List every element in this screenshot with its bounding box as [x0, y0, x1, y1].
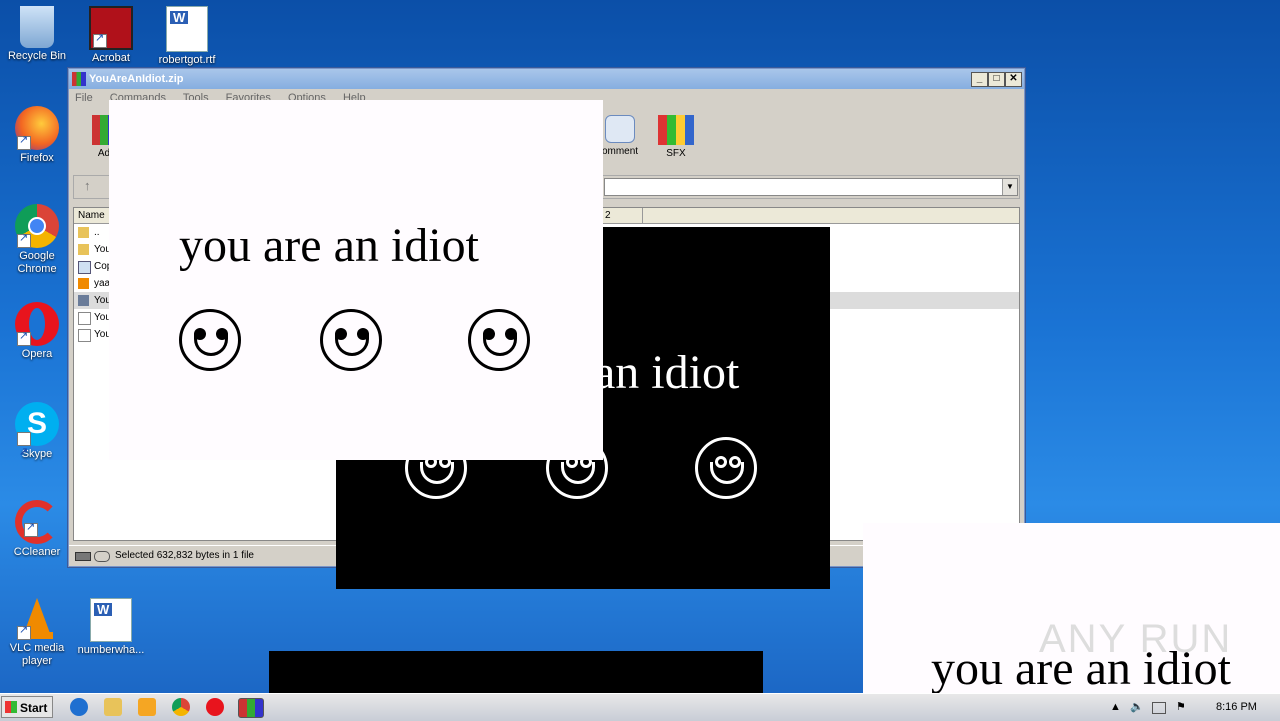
- desktop-icon-recycle-bin[interactable]: Recycle Bin: [0, 6, 74, 63]
- media-player-icon[interactable]: [138, 698, 156, 716]
- desktop-icon-label: Firefox: [20, 152, 54, 164]
- shortcut-arrow-icon: [17, 624, 31, 640]
- folder-icon: [78, 227, 89, 238]
- system-tray: ▲ 🔈 ⚑ 8:16 PM: [1100, 694, 1280, 721]
- vlc-icon: [15, 596, 59, 640]
- exe-file-icon: [78, 295, 89, 306]
- folder-icon: [78, 244, 89, 255]
- sfx-icon: [658, 115, 694, 145]
- idiot-message: you are an idiot: [179, 219, 479, 272]
- shortcut-arrow-icon: [17, 134, 31, 150]
- maximize-button[interactable]: □: [988, 72, 1005, 87]
- internet-explorer-icon[interactable]: [70, 698, 88, 716]
- smiley-face-icon: [468, 309, 530, 371]
- shortcut-arrow-icon: [17, 430, 31, 474]
- network-icon[interactable]: [1152, 702, 1166, 714]
- blank-file-icon: [78, 329, 91, 342]
- smiley-face-icon: [179, 309, 241, 371]
- skype-icon: S: [15, 402, 59, 474]
- window-titlebar[interactable]: YouAreAnIdiot.zip _ □ ✕: [69, 69, 1024, 89]
- desktop-icon-skype[interactable]: S Skype: [0, 402, 74, 474]
- key-icon: [94, 551, 110, 562]
- volume-icon[interactable]: 🔈: [1130, 694, 1144, 721]
- shortcut-arrow-icon: [24, 521, 38, 537]
- opera-icon: [15, 302, 59, 346]
- recycle-bin-icon: [20, 6, 54, 48]
- vlc-file-icon: [78, 278, 89, 289]
- opera-icon[interactable]: [206, 698, 224, 716]
- tray-expand-icon[interactable]: ▲: [1110, 694, 1121, 721]
- smiley-face-icon: [695, 437, 757, 499]
- acrobat-icon: [89, 6, 133, 50]
- desktop-icon-label: Opera: [21, 348, 53, 360]
- window-title: YouAreAnIdiot.zip: [89, 73, 184, 85]
- image-file-icon: [78, 261, 91, 274]
- desktop-icon-label: numberwha...: [77, 644, 145, 656]
- firefox-icon: [15, 106, 59, 150]
- up-arrow-icon[interactable]: ↑: [84, 178, 91, 193]
- start-button[interactable]: Start: [1, 696, 53, 718]
- desktop-icon-label: Recycle Bin: [7, 50, 67, 62]
- path-combo[interactable]: ▼: [604, 178, 1018, 196]
- desktop-icon-label: Google Chrome: [17, 250, 57, 275]
- desktop-icon-robertgot[interactable]: W robertgot.rtf: [150, 6, 224, 67]
- chrome-icon[interactable]: [172, 698, 190, 716]
- idiot-message: you are an idiot: [931, 642, 1231, 693]
- popup-white-window[interactable]: you are an idiot: [109, 100, 603, 460]
- status-text: Selected 632,832 bytes in 1 file: [115, 550, 254, 561]
- shortcut-arrow-icon: [17, 232, 31, 248]
- desktop-icon-ccleaner[interactable]: CCleaner: [0, 500, 74, 559]
- column-partial[interactable]: 2: [605, 208, 611, 223]
- column-name[interactable]: Name: [74, 210, 105, 221]
- ccleaner-icon: [15, 500, 59, 544]
- idiot-message: an idiot: [594, 346, 740, 399]
- word-document-icon: W: [90, 598, 132, 642]
- word-document-icon: W: [166, 6, 208, 52]
- blank-file-icon: [78, 312, 91, 325]
- toolbar-sfx-button[interactable]: SFX: [651, 115, 701, 159]
- winrar-icon[interactable]: [238, 698, 264, 718]
- explorer-icon[interactable]: [104, 698, 122, 716]
- desktop-icon-acrobat[interactable]: Acrobat: [74, 6, 148, 65]
- desktop-icon-label: robertgot.rtf: [158, 54, 216, 66]
- shortcut-arrow-icon: [93, 32, 107, 48]
- clock[interactable]: 8:16 PM: [1216, 694, 1257, 721]
- windows-logo-icon: [5, 701, 17, 713]
- shortcut-arrow-icon: [17, 330, 31, 346]
- action-center-flag-icon[interactable]: ⚑: [1176, 694, 1186, 721]
- popup-white-window-bottom[interactable]: ANY RUN you are an idiot: [863, 523, 1280, 693]
- desktop-icon-firefox[interactable]: Firefox: [0, 106, 74, 165]
- column-divider: [642, 208, 643, 223]
- desktop-icon-chrome[interactable]: Google Chrome: [0, 204, 74, 276]
- chrome-icon: [15, 204, 59, 248]
- desktop-icon-opera[interactable]: Opera: [0, 302, 74, 361]
- minimize-button[interactable]: _: [971, 72, 988, 87]
- smiley-face-icon: [320, 309, 382, 371]
- desktop-icon-label: CCleaner: [13, 546, 61, 558]
- close-button[interactable]: ✕: [1005, 72, 1022, 87]
- comment-icon: [605, 115, 635, 143]
- drive-icon: [75, 552, 91, 561]
- desktop-icon-label: Acrobat: [92, 52, 130, 64]
- popup-black-window-bottom[interactable]: [269, 651, 763, 693]
- taskbar: Start ▲ 🔈 ⚑ 8:16 PM: [0, 693, 1280, 721]
- chevron-down-icon[interactable]: ▼: [1002, 179, 1017, 195]
- winrar-icon: [72, 72, 86, 86]
- desktop-icon-label: VLC media player: [9, 642, 65, 667]
- desktop-icon-vlc[interactable]: VLC media player: [0, 596, 74, 668]
- desktop-icon-numberwha[interactable]: W numberwha...: [74, 598, 148, 657]
- menu-file[interactable]: File: [75, 92, 93, 104]
